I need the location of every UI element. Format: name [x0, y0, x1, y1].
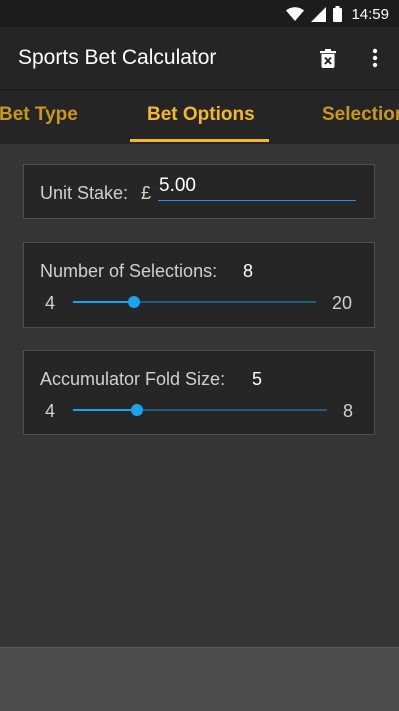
unit-stake-value: 5.00	[159, 175, 196, 196]
status-icons: 14:59	[286, 4, 389, 24]
selections-label: Number of Selections:	[40, 261, 218, 281]
fold-size-slider[interactable]	[73, 404, 327, 416]
fold-size-card: Accumulator Fold Size: 5 4 8	[23, 350, 375, 435]
tab-bet-options[interactable]: Bet Options	[147, 104, 255, 126]
more-vert-icon	[372, 48, 378, 68]
selections-slider-thumb[interactable]	[127, 296, 140, 308]
delete-button[interactable]	[314, 44, 342, 72]
unit-stake-label: Unit Stake:	[40, 183, 129, 203]
signal-icon	[311, 6, 327, 22]
tab-bar: Bet Type Bet Options Selection	[0, 89, 399, 144]
status-bar: 14:59	[0, 0, 399, 27]
selections-card: Number of Selections: 8 4 20	[23, 242, 375, 328]
currency-symbol: £	[141, 183, 152, 203]
selections-max: 20	[332, 293, 353, 313]
battery-icon	[333, 6, 343, 22]
selections-value: 8	[243, 261, 254, 281]
tab-bet-type[interactable]: Bet Type	[0, 104, 78, 126]
fold-size-slider-thumb[interactable]	[130, 404, 143, 416]
overflow-menu-button[interactable]	[361, 44, 389, 72]
fold-size-value: 5	[252, 369, 263, 389]
unit-stake-card: Unit Stake: £ 5.00	[23, 164, 375, 219]
selections-min: 4	[45, 293, 56, 313]
status-time: 14:59	[351, 5, 389, 23]
unit-stake-input[interactable]: 5.00	[158, 175, 356, 201]
app-title: Sports Bet Calculator	[18, 46, 217, 69]
tab-selections[interactable]: Selection	[322, 104, 399, 126]
delete-icon	[320, 48, 336, 68]
fold-size-min: 4	[45, 401, 56, 421]
fold-size-label: Accumulator Fold Size:	[40, 369, 226, 389]
active-tab-indicator	[130, 139, 269, 142]
selections-slider[interactable]	[73, 296, 316, 308]
fold-size-max: 8	[343, 401, 354, 421]
fold-size-slider-fill	[73, 409, 137, 411]
wifi-icon	[286, 6, 305, 21]
bottom-bar	[0, 647, 399, 711]
app-toolbar: Sports Bet Calculator	[0, 27, 399, 89]
selections-slider-fill	[73, 301, 134, 303]
